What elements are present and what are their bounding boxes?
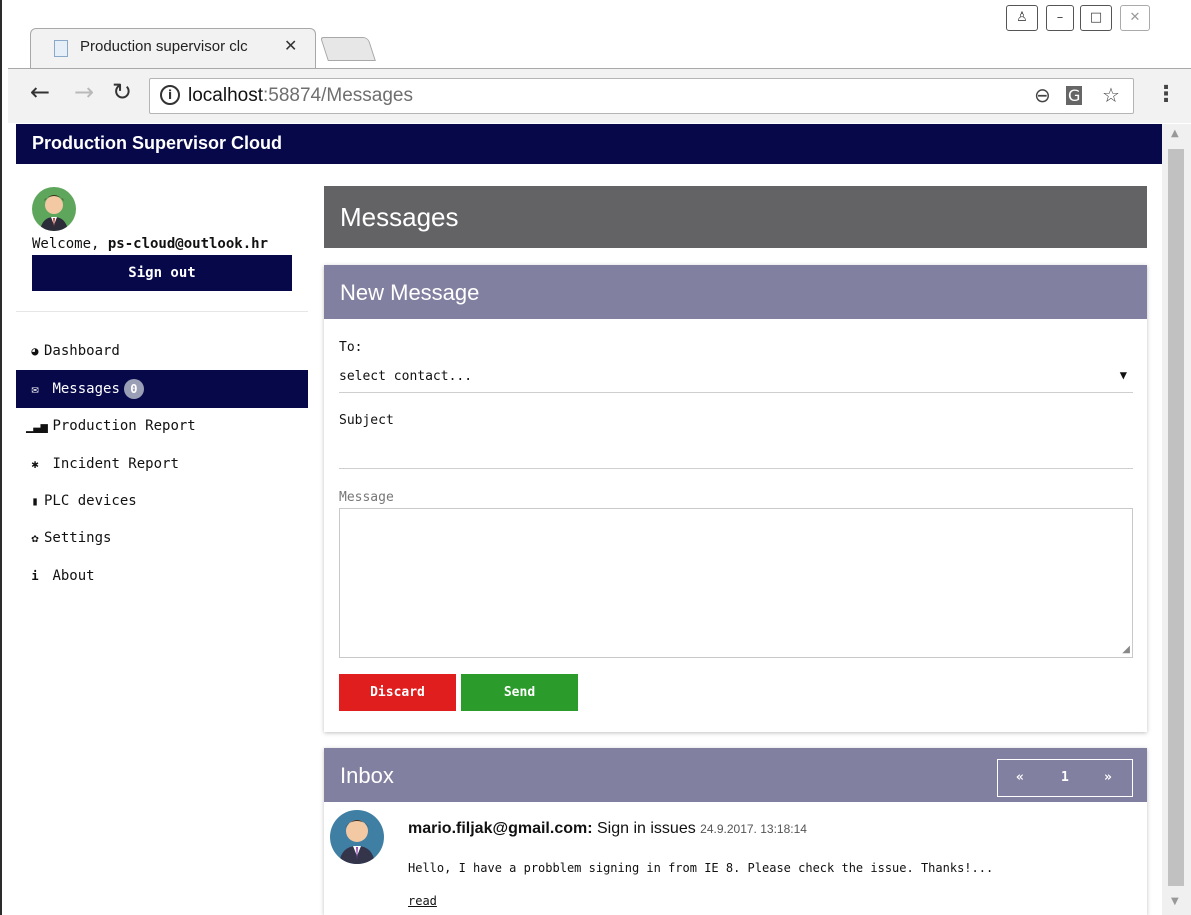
user-avatar: [32, 187, 76, 231]
maximize-icon[interactable]: □: [1080, 5, 1112, 31]
browser-menu-icon[interactable]: ⋮: [1155, 82, 1177, 107]
message-label: Message: [339, 490, 394, 505]
message-subject: Sign in issues: [597, 820, 696, 837]
scrollbar-thumb[interactable]: [1168, 149, 1184, 886]
device-icon: ▮: [31, 494, 39, 508]
scroll-down-icon[interactable]: ▼: [1171, 896, 1179, 907]
caret-down-icon: ▼: [1119, 368, 1127, 382]
contact-select-value: select contact...: [339, 369, 473, 384]
sidebar-item-label: About: [52, 568, 95, 584]
envelope-icon: ✉: [31, 382, 39, 396]
discard-button[interactable]: Discard: [339, 674, 456, 711]
tab-title: Production supervisor clc: [80, 38, 248, 55]
new-message-heading: New Message: [324, 265, 1147, 319]
subject-input[interactable]: [339, 439, 1133, 469]
sidebar-item-production-report[interactable]: ▁▃▅ Production Report: [16, 407, 308, 445]
close-window-icon[interactable]: ✕: [1120, 5, 1150, 31]
sidebar-item-label: Incident Report: [52, 456, 179, 472]
sidebar: Welcome, ps-cloud@outlook.hr Sign out ◕ D…: [16, 164, 308, 915]
sidebar-divider: [16, 311, 308, 312]
dashboard-icon: ◕: [31, 344, 39, 358]
sender-avatar: [330, 810, 384, 864]
sidebar-item-about[interactable]: i About: [16, 557, 308, 595]
sign-out-button[interactable]: Sign out: [32, 255, 292, 291]
page-number-button[interactable]: 1: [1061, 770, 1069, 785]
sender-email: mario.filjak@gmail.com:: [408, 820, 593, 837]
reload-icon[interactable]: ↻: [112, 78, 132, 106]
sidebar-item-label: Settings: [44, 530, 112, 546]
bar-chart-icon: ▁▃▅: [26, 419, 48, 433]
message-header: mario.filjak@gmail.com: Sign in issues 2…: [408, 820, 807, 838]
message-textarea[interactable]: ◢: [339, 508, 1133, 658]
url-path: :58874/Messages: [263, 85, 413, 106]
next-page-button[interactable]: »: [1104, 770, 1112, 785]
scroll-up-icon[interactable]: ▲: [1171, 128, 1179, 139]
inbox-card: Inbox « 1 » mario.filjak@gmail.com: Sign…: [324, 748, 1147, 915]
app-title: Production Supervisor Cloud: [32, 133, 283, 153]
new-tab-button[interactable]: [320, 37, 376, 61]
sidebar-item-messages[interactable]: ✉ Messages 0: [16, 370, 308, 408]
profile-icon[interactable]: ♙: [1006, 5, 1038, 31]
site-info-icon[interactable]: i: [160, 85, 180, 105]
document-icon: [54, 40, 68, 57]
url-text[interactable]: localhost:58874/Messages: [188, 85, 413, 107]
resize-grip-icon[interactable]: ◢: [1122, 644, 1130, 655]
forward-arrow-icon[interactable]: →: [74, 78, 94, 106]
unread-count-badge: 0: [123, 379, 144, 399]
sidebar-item-label: Messages: [52, 381, 120, 397]
sidebar-item-label: PLC devices: [44, 493, 137, 509]
message-date: 24.9.2017. 13:18:14: [700, 822, 807, 836]
subject-label: Subject: [339, 413, 394, 428]
user-email: ps-cloud@outlook.hr: [107, 236, 269, 252]
page-scrollbar[interactable]: ▲ ▼: [1162, 124, 1191, 915]
message-preview: Hello, I have a probblem signing in from…: [408, 861, 994, 875]
sidebar-item-label: Production Report: [52, 418, 196, 434]
inbox-heading: Inbox « 1 »: [324, 748, 1147, 802]
contact-select[interactable]: select contact... ▼: [339, 365, 1133, 393]
new-message-card: New Message To: select contact... ▼ Subj…: [324, 265, 1147, 732]
to-label: To:: [339, 340, 363, 355]
bookmark-star-icon[interactable]: ☆: [1102, 83, 1120, 107]
back-arrow-icon[interactable]: ←: [30, 78, 50, 106]
sidebar-item-label: Dashboard: [44, 343, 120, 359]
translate-icon[interactable]: G: [1066, 86, 1083, 105]
sidebar-item-dashboard[interactable]: ◕ Dashboard: [16, 332, 308, 370]
page-title: Messages: [324, 186, 1147, 248]
read-link[interactable]: read: [408, 894, 437, 908]
send-button[interactable]: Send: [461, 674, 578, 711]
sidebar-item-plc-devices[interactable]: ▮ PLC devices: [16, 482, 308, 520]
pagination: « 1 »: [997, 759, 1133, 797]
bug-icon: ✱: [31, 457, 39, 471]
zoom-icon[interactable]: ⊖: [1034, 83, 1051, 107]
window-edge: [0, 0, 8, 915]
inbox-title: Inbox: [340, 763, 394, 788]
sidebar-item-incident-report[interactable]: ✱ Incident Report: [16, 445, 308, 483]
welcome-prefix: Welcome,: [32, 236, 108, 252]
prev-page-button[interactable]: «: [1016, 770, 1024, 785]
close-tab-icon[interactable]: ✕: [284, 36, 297, 55]
sidebar-item-settings[interactable]: ✿ Settings: [16, 519, 308, 557]
inbox-message-item[interactable]: mario.filjak@gmail.com: Sign in issues 2…: [324, 802, 1147, 915]
url-host: localhost: [188, 85, 263, 106]
minimize-icon[interactable]: –: [1046, 5, 1074, 31]
welcome-text: Welcome, ps-cloud@outlook.hr: [32, 236, 268, 252]
app-header: Production Supervisor Cloud: [16, 124, 1162, 164]
info-icon: i: [31, 569, 39, 583]
gear-icon: ✿: [31, 531, 39, 545]
